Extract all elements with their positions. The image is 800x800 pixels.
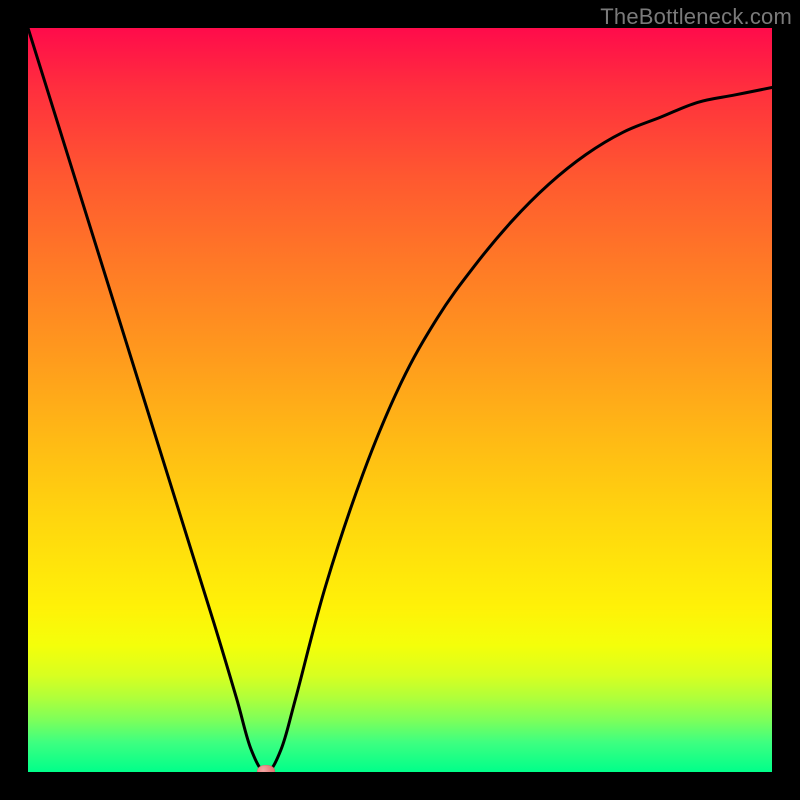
curve-layer: [28, 28, 772, 772]
plot-area: [28, 28, 772, 772]
chart-frame: TheBottleneck.com: [0, 0, 800, 800]
bottleneck-curve: [28, 28, 772, 772]
watermark-text: TheBottleneck.com: [600, 4, 792, 30]
optimum-marker: [257, 765, 275, 772]
